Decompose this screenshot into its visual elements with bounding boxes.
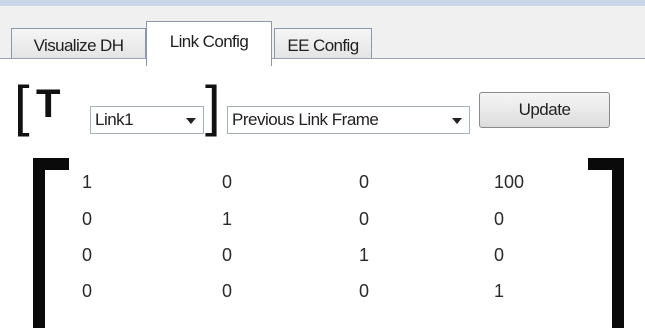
matrix-cell: 1 [82,172,93,192]
tab-strip: Visualize DH Link Config EE Config [0,6,645,66]
link-select-value: Link1 [95,110,134,129]
matrix-cell: 0 [222,172,233,192]
transform-symbol: T [36,82,61,126]
matrix-cell: 0 [494,209,505,229]
link-select[interactable]: Link1 [90,106,204,134]
chevron-down-icon[interactable] [452,118,462,124]
frame-select-value: Previous Link Frame [232,110,379,129]
matrix-cell: 0 [494,245,505,265]
matrix-cell: 0 [82,281,93,301]
matrix-left-bracket [33,158,69,328]
matrix-cell: 0 [82,209,93,229]
matrix-cell: 0 [222,245,233,265]
transform-left-bracket: [ [14,74,30,137]
matrix-right-bracket [588,158,624,328]
matrix-cell: 0 [359,281,370,301]
matrix-cell: 0 [359,209,370,229]
transform-right-bracket: ] [205,74,221,137]
matrix-cell: 100 [494,172,525,192]
matrix-cell: 0 [222,281,233,301]
matrix-cell: 1 [494,281,505,301]
update-button[interactable]: Update [479,92,610,128]
chevron-down-icon[interactable] [186,118,196,124]
matrix-cell: 1 [359,245,370,265]
matrix-cell: 0 [82,245,93,265]
matrix-cell: 0 [359,172,370,192]
tab-link-config[interactable]: Link Config [146,21,272,66]
frame-select[interactable]: Previous Link Frame [227,106,470,134]
matrix-cell: 1 [222,209,233,229]
